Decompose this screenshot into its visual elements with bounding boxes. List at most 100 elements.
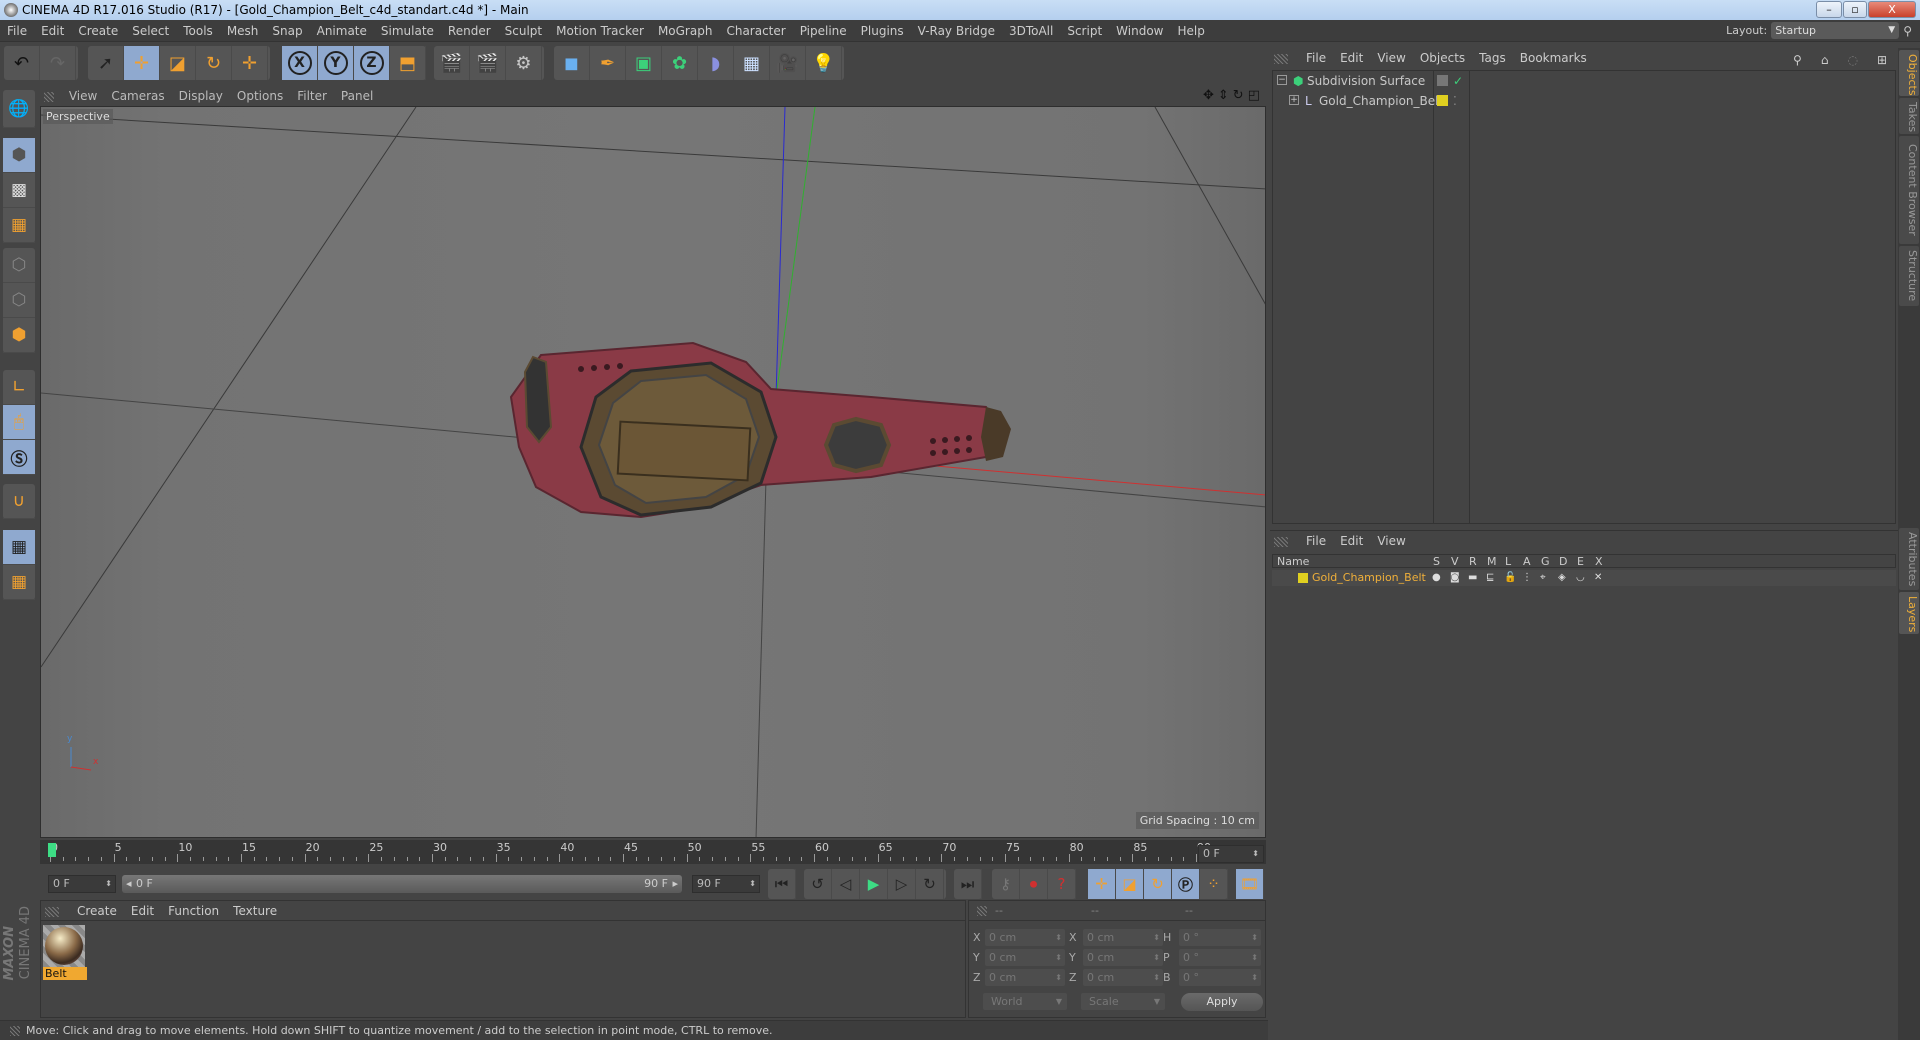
viewport-menu-panel[interactable]: Panel — [334, 86, 380, 106]
object-menu-view[interactable]: View — [1370, 48, 1412, 68]
menu-mesh[interactable]: Mesh — [220, 20, 266, 42]
range-right-arrow-icon[interactable]: ▸ — [672, 875, 678, 893]
object-menu-objects[interactable]: Objects — [1413, 48, 1472, 68]
camera-button[interactable]: 🎥 — [770, 46, 806, 80]
next-frame-button[interactable]: ▷ — [888, 869, 916, 899]
layer-generators-icon[interactable]: ⌖ — [1540, 570, 1546, 586]
layer-deformers-icon[interactable]: ◈ — [1558, 570, 1566, 586]
record-button[interactable]: ⏺ — [1020, 869, 1048, 899]
key-point-level-button[interactable]: ⁘ — [1200, 869, 1228, 899]
layer-menu-edit[interactable]: Edit — [1333, 531, 1370, 551]
layer-name[interactable]: Gold_Champion_Belt — [1312, 570, 1426, 586]
layer-column-x[interactable]: X — [1595, 555, 1603, 568]
cloner-button[interactable]: ✿ — [662, 46, 698, 80]
menu-window[interactable]: Window — [1109, 20, 1170, 42]
layer-color-swatch[interactable] — [1437, 95, 1448, 106]
panel-grip[interactable] — [10, 1026, 20, 1036]
viewport-camera-label[interactable]: Perspective — [43, 109, 113, 124]
spinner-icon[interactable]: ⬍ — [1251, 969, 1258, 986]
point-mode-button[interactable]: ⬡ — [3, 248, 35, 283]
current-frame-field[interactable]: 0 F ⬍ — [1198, 845, 1264, 863]
object-menu-bookmarks[interactable]: Bookmarks — [1513, 48, 1594, 68]
layer-column-s[interactable]: S — [1433, 555, 1440, 568]
spinner-icon[interactable]: ⬍ — [1055, 969, 1062, 986]
tab-objects[interactable]: Objects — [1899, 50, 1919, 96]
panel-grip[interactable] — [1274, 536, 1288, 547]
coordinate-system-button[interactable]: ⬒ — [390, 46, 426, 80]
panel-grip[interactable] — [45, 906, 59, 917]
frame-range-slider[interactable]: ◂ 0 F 90 F ▸ — [122, 875, 682, 893]
keyframe-selection-button[interactable]: ⚷ — [992, 869, 1020, 899]
cube-button[interactable]: ◼ — [554, 46, 590, 80]
floor-button[interactable]: ▦ — [734, 46, 770, 80]
close-button[interactable]: X — [1868, 1, 1916, 18]
spinner-icon[interactable]: ⬍ — [1251, 929, 1258, 946]
apply-button[interactable]: Apply — [1181, 993, 1263, 1011]
viewport-maximize-icon[interactable]: ◰ — [1248, 88, 1260, 103]
coord-value-field[interactable]: 0 cm ⬍ — [1083, 929, 1163, 946]
key-rotation-button[interactable]: ↻ — [1144, 869, 1172, 899]
search-icon[interactable]: ⚲ — [1903, 24, 1912, 38]
go-to-end-button[interactable]: ⏭ — [954, 869, 982, 899]
layer-column-m[interactable]: M — [1487, 555, 1497, 568]
panel-grip[interactable] — [977, 906, 987, 916]
z-axis-lock-button[interactable]: Z — [354, 46, 390, 80]
x-axis-lock-button[interactable]: X — [282, 46, 318, 80]
layer-column-a[interactable]: A — [1523, 555, 1531, 568]
layer-manager-icon[interactable]: ⊑ — [1486, 570, 1494, 586]
next-key-button[interactable]: ↻ — [916, 869, 944, 899]
layer-solo-icon[interactable]: ● — [1432, 570, 1441, 586]
polygon-mode-button[interactable]: ⬢ — [3, 318, 35, 353]
layer-column-name[interactable]: Name — [1277, 555, 1309, 568]
layer-column-l[interactable]: L — [1505, 555, 1511, 568]
render-picture-viewer-button[interactable]: 🎬 — [470, 46, 506, 80]
restore-button[interactable]: ▫ — [1843, 1, 1867, 18]
menu-motion-tracker[interactable]: Motion Tracker — [549, 20, 651, 42]
panel-grip[interactable] — [44, 91, 54, 102]
start-frame-field[interactable]: 0 F ⬍ — [48, 875, 116, 893]
material-menu-edit[interactable]: Edit — [124, 901, 161, 921]
layer-column-g[interactable]: G — [1541, 555, 1550, 568]
previous-key-button[interactable]: ↺ — [804, 869, 832, 899]
solo-mode-button[interactable]: Ⓢ — [3, 440, 35, 475]
tag-icon[interactable] — [1437, 75, 1448, 86]
object-menu-edit[interactable]: Edit — [1333, 48, 1370, 68]
coord-value-field[interactable]: 0 cm ⬍ — [985, 969, 1065, 986]
menu-sculpt[interactable]: Sculpt — [498, 20, 549, 42]
spinner-icon[interactable]: ⬍ — [1055, 929, 1062, 946]
coord-value-field[interactable]: 0 ° ⬍ — [1179, 949, 1261, 966]
spinner-icon[interactable]: ⬍ — [1153, 929, 1160, 946]
key-scale-button[interactable]: ◪ — [1116, 869, 1144, 899]
tab-structure[interactable]: Structure — [1899, 246, 1919, 306]
viewport-menu-display[interactable]: Display — [172, 86, 230, 106]
undo-button[interactable]: ↶ — [4, 46, 40, 80]
key-parameter-button[interactable]: Ⓟ — [1172, 869, 1200, 899]
make-editable-button[interactable]: 🌐 — [3, 90, 35, 128]
menu-3dtoall[interactable]: 3DToAll — [1002, 20, 1060, 42]
viewport-menu-filter[interactable]: Filter — [290, 86, 334, 106]
material-belt[interactable]: Belt — [43, 925, 87, 983]
layer-lock-icon[interactable]: 🔓 — [1504, 570, 1516, 586]
tab-takes[interactable]: Takes — [1899, 98, 1919, 134]
scale-tool-button[interactable]: ◪ — [160, 46, 196, 80]
play-button[interactable]: ▶ — [860, 869, 888, 899]
material-menu-texture[interactable]: Texture — [226, 901, 284, 921]
spinner-icon[interactable]: ⬍ — [1153, 949, 1160, 966]
layer-expressions-icon[interactable]: ◡ — [1576, 570, 1585, 586]
menu-create[interactable]: Create — [71, 20, 125, 42]
planar-workplane-button[interactable]: ▦ — [3, 565, 35, 600]
light-button[interactable]: 💡 — [806, 46, 842, 80]
menu-render[interactable]: Render — [441, 20, 498, 42]
coord-value-field[interactable]: 0 cm ⬍ — [1083, 949, 1163, 966]
object-row[interactable]: − ⬢ Subdivision Surface ✓ — [1273, 71, 1895, 91]
coord-value-field[interactable]: 0 cm ⬍ — [985, 949, 1065, 966]
coord-value-field[interactable]: 0 ° ⬍ — [1179, 969, 1261, 986]
menu-v-ray-bridge[interactable]: V-Ray Bridge — [911, 20, 1002, 42]
material-menu-create[interactable]: Create — [70, 901, 124, 921]
layout-dropdown[interactable]: Startup ▼ — [1771, 22, 1900, 39]
layer-animation-icon[interactable]: ⋮ — [1522, 570, 1532, 586]
expand-toggle-icon[interactable]: − — [1277, 75, 1287, 85]
deformer-button[interactable]: ◗ — [698, 46, 734, 80]
pen-button[interactable]: ✒ — [590, 46, 626, 80]
layer-menu-view[interactable]: View — [1370, 531, 1412, 551]
